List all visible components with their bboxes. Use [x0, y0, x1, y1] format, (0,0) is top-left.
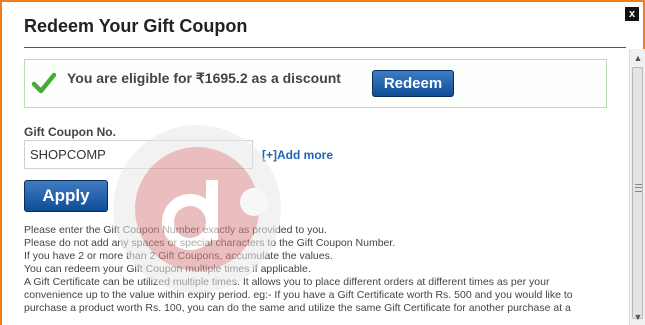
dialog-title: Redeem Your Gift Coupon — [24, 16, 248, 36]
eligibility-message: You are eligible for ₹1695.2 as a discou… — [67, 70, 341, 86]
check-icon — [31, 72, 57, 94]
close-icon[interactable]: x — [625, 7, 639, 21]
add-more-link[interactable]: [+]Add more — [262, 148, 333, 162]
instruction-line: Please enter the Gift Coupon Number exac… — [24, 224, 327, 236]
instruction-line: If you have 2 or more than 2 Gift Coupon… — [24, 250, 333, 262]
instruction-line: You can redeem your Gift Coupon multiple… — [24, 263, 311, 275]
instruction-line: A Gift Certificate can be utilized multi… — [24, 276, 550, 288]
redeem-button[interactable]: Redeem — [372, 70, 454, 97]
instruction-line: Please do not add any spaces or special … — [24, 237, 396, 249]
redeem-dialog: Redeem Your Gift Coupon x You are eligib… — [0, 0, 645, 325]
vertical-scrollbar[interactable]: ▲ ▼ — [629, 49, 645, 325]
instruction-line: convenience up to the value within expir… — [24, 289, 573, 301]
scroll-up-icon[interactable]: ▲ — [632, 52, 644, 64]
eligibility-notice: You are eligible for ₹1695.2 as a discou… — [24, 59, 607, 108]
gift-coupon-input[interactable] — [24, 140, 253, 169]
scroll-down-icon[interactable]: ▼ — [632, 311, 644, 323]
title-divider — [24, 47, 626, 48]
instructions-text: Please enter the Gift Coupon Number exac… — [24, 224, 614, 315]
gift-coupon-label: Gift Coupon No. — [24, 125, 116, 139]
instruction-line: purchase a product worth Rs. 100, you ca… — [24, 302, 571, 314]
apply-button[interactable]: Apply — [24, 180, 108, 212]
grip-icon — [635, 184, 642, 192]
scrollbar-thumb[interactable] — [632, 67, 643, 319]
